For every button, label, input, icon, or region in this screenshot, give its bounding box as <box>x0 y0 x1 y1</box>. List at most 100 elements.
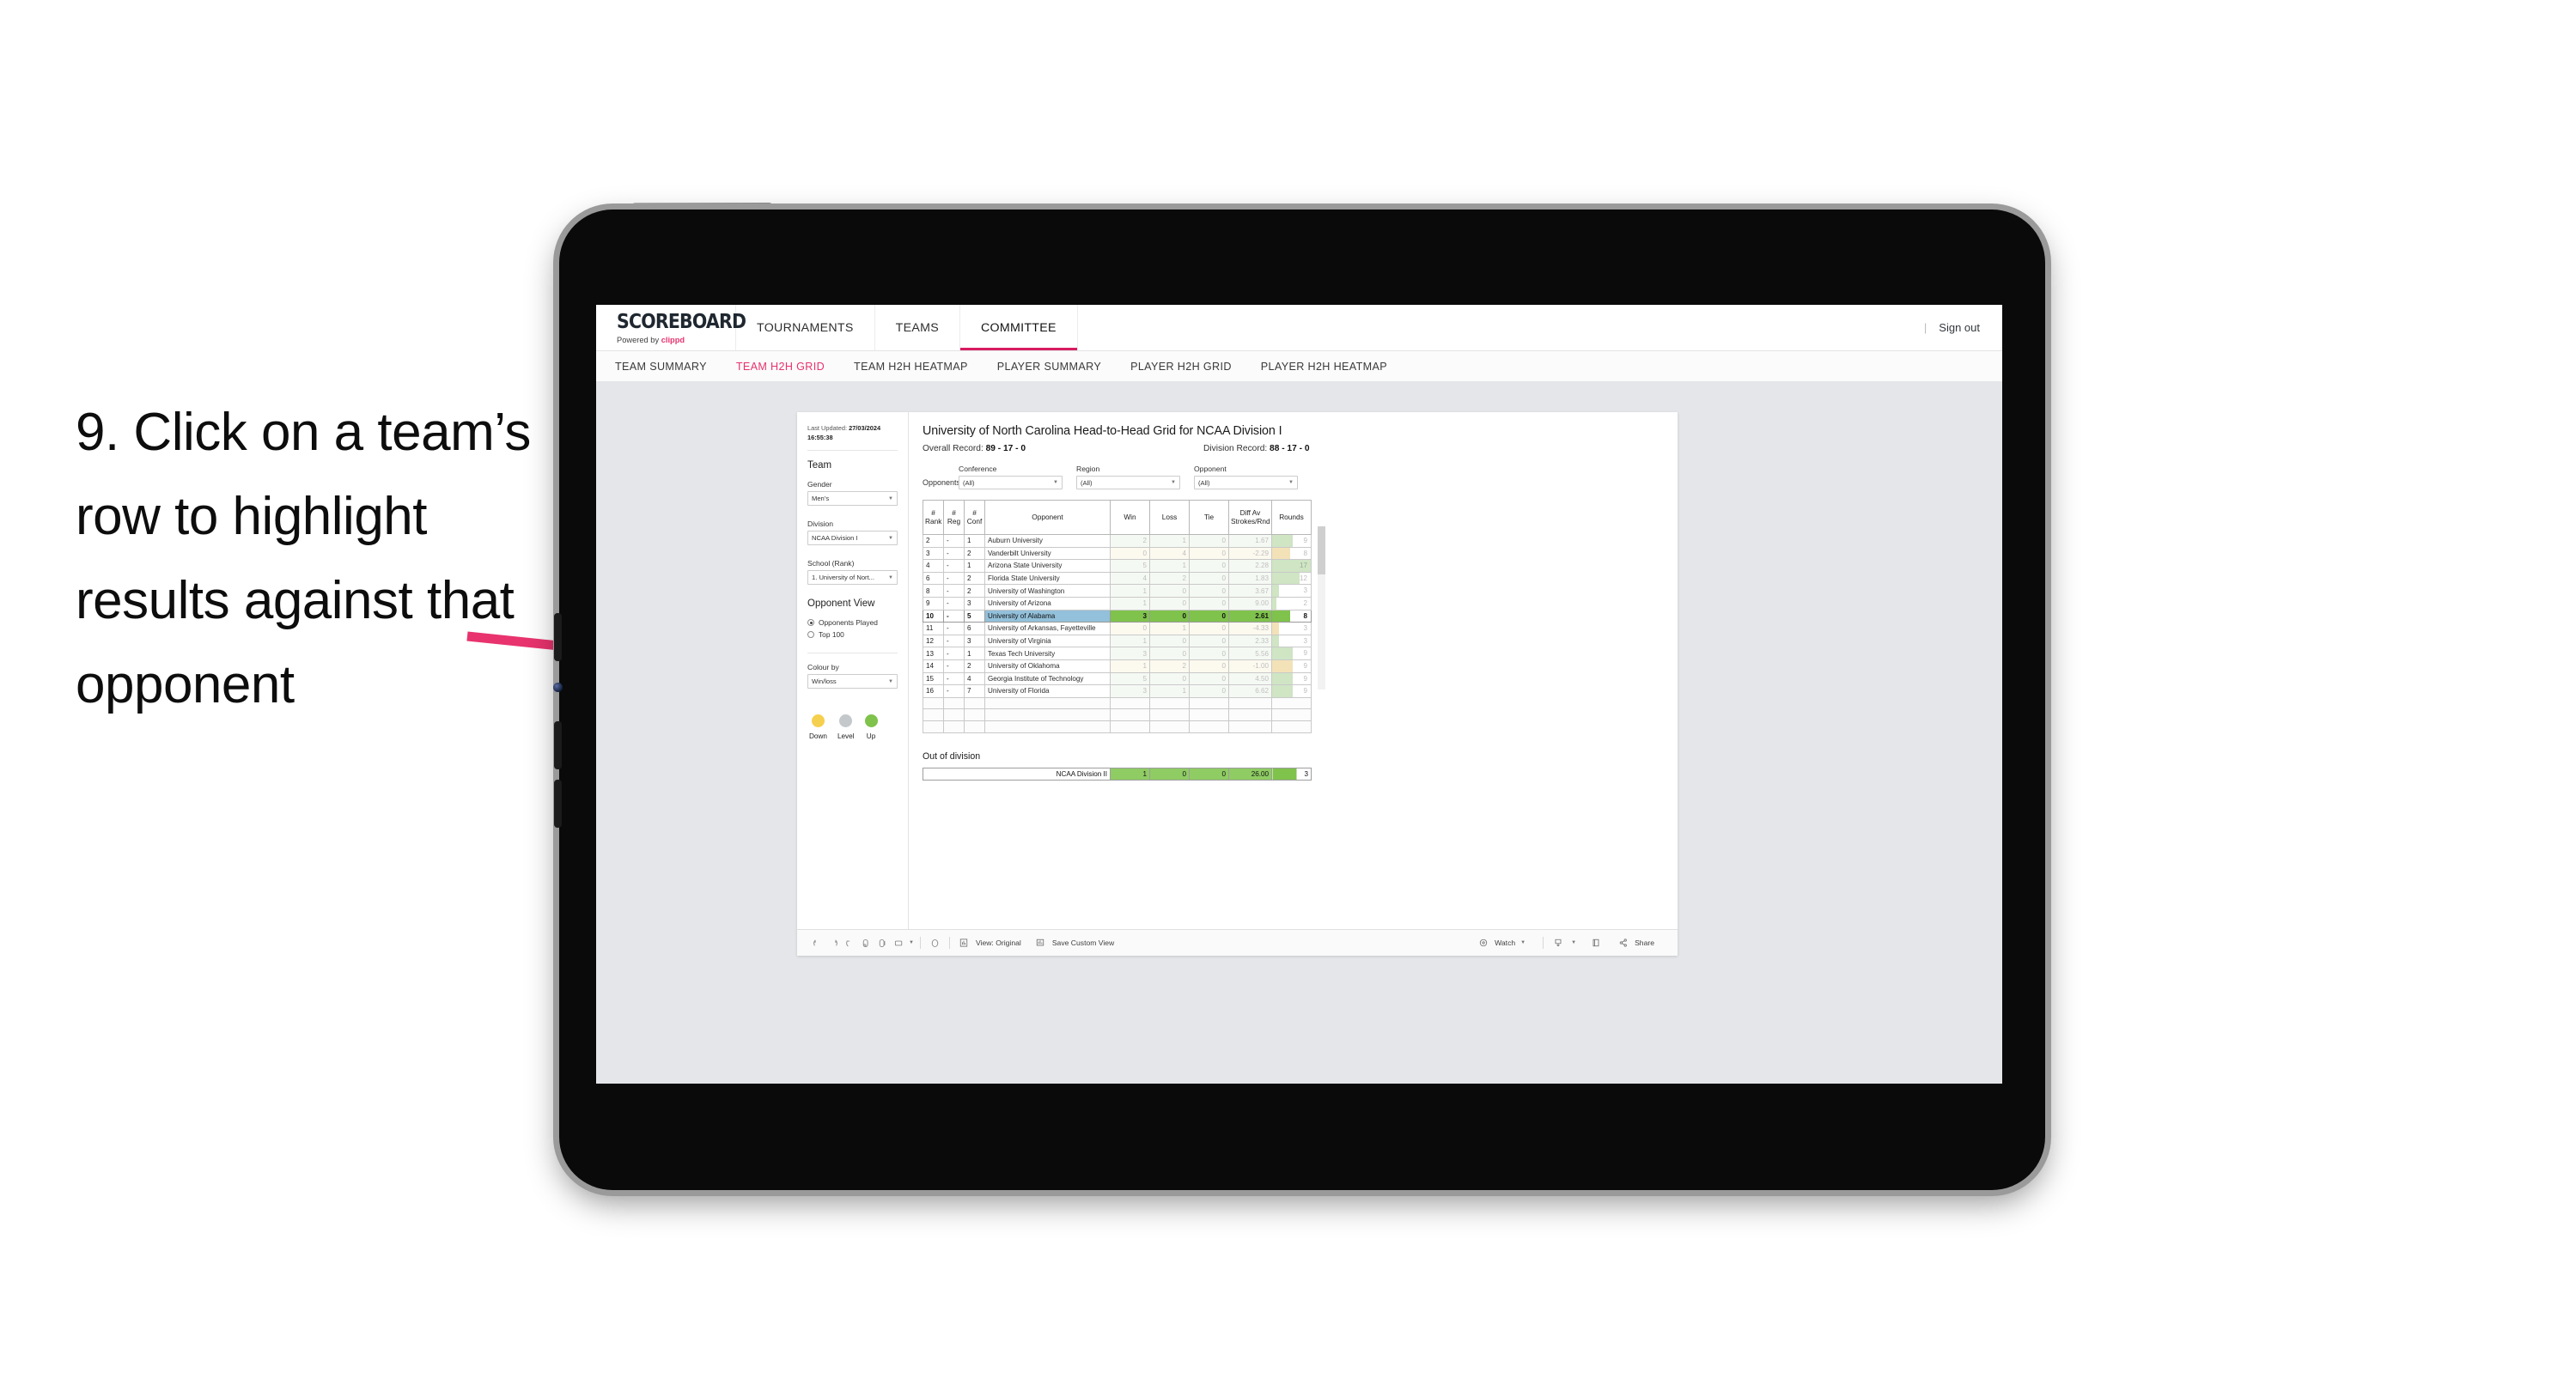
cell-empty <box>1189 697 1229 710</box>
refresh-icon[interactable] <box>858 935 874 951</box>
ood-cell-win: 1 <box>1110 767 1150 781</box>
radio-opponents-played[interactable]: Opponents Played <box>807 618 898 627</box>
cell-reg: - <box>943 559 965 573</box>
download-button[interactable]: ▼ <box>1550 935 1576 951</box>
cell-tie: 0 <box>1189 584 1229 598</box>
revert-icon[interactable] <box>842 935 858 951</box>
out-of-division-row[interactable]: NCAA Division II 1 0 0 26.00 3 <box>923 767 1312 781</box>
conference-select[interactable]: (All) ▼ <box>959 476 1063 489</box>
cell-reg: - <box>943 672 965 686</box>
col-win[interactable]: Win <box>1110 500 1150 535</box>
col-opponent[interactable]: Opponent <box>984 500 1111 535</box>
cell-loss: 2 <box>1149 659 1190 673</box>
table-row[interactable]: 10-5 University of Alabama 3 0 0 2.61 8 <box>923 610 1312 623</box>
cell-empty <box>943 708 965 721</box>
cell-empty <box>1189 720 1229 733</box>
rounds-value: 9 <box>1303 649 1307 658</box>
col-diff[interactable]: Diff Av Strokes/Rnd <box>1228 500 1272 535</box>
clear-icon[interactable] <box>927 935 943 951</box>
cell-diff: 4.50 <box>1228 672 1272 686</box>
cell-rounds: 12 <box>1271 572 1312 586</box>
team-section-heading: Team <box>807 460 832 471</box>
cell-empty <box>1110 697 1150 710</box>
watch-button[interactable]: Watch ▼ <box>1475 935 1526 951</box>
rectangle-select-icon[interactable] <box>891 935 907 951</box>
rounds-value: 8 <box>1303 549 1307 557</box>
division-select[interactable]: NCAA Division I ▼ <box>807 531 898 546</box>
col-conf[interactable]: # Conf <box>964 500 985 535</box>
cell-loss: 1 <box>1149 559 1190 573</box>
school-select[interactable]: 1. University of Nort... ▼ <box>807 570 898 586</box>
table-row[interactable]: 11-6 University of Arkansas, Fayetteville… <box>923 622 1312 635</box>
opponent-select[interactable]: (All) ▼ <box>1194 476 1298 489</box>
brand-logo[interactable]: SCOREBOARD Powered by clippd <box>596 305 746 350</box>
nav-tournaments[interactable]: TOURNAMENTS <box>736 305 875 350</box>
pause-icon[interactable] <box>874 935 891 951</box>
cell-reg: - <box>943 597 965 610</box>
table-row[interactable]: 4-1 Arizona State University 5 1 0 2.28 17 <box>923 559 1312 573</box>
cell-diff: 3.67 <box>1228 584 1272 598</box>
save-custom-view-button[interactable]: Save Custom View <box>1032 935 1114 951</box>
view-original-button[interactable]: View: Original <box>956 935 1021 951</box>
table-row[interactable]: 14-2 University of Oklahoma 1 2 0 -1.00 9 <box>923 659 1312 673</box>
fullscreen-button[interactable] <box>1587 935 1604 951</box>
rounds-value: 3 <box>1303 586 1307 595</box>
toolbar-divider-3 <box>1543 937 1544 949</box>
cell-empty <box>1110 708 1150 721</box>
col-conf-hash: # <box>972 507 977 517</box>
redo-icon[interactable] <box>825 935 842 951</box>
col-loss[interactable]: Loss <box>1149 500 1190 535</box>
cell-reg: - <box>943 610 965 623</box>
tab-player-h2h-heatmap[interactable]: PLAYER H2H HEATMAP <box>1261 361 1387 373</box>
legend-level-swatch <box>839 714 853 728</box>
cell-empty <box>923 697 944 710</box>
watch-icon <box>1475 935 1491 951</box>
cell-diff: 5.56 <box>1228 647 1272 660</box>
cell-opponent: Arizona State University <box>984 559 1111 573</box>
school-value: 1. University of Nort... <box>812 574 875 582</box>
grid-scrollbar-thumb[interactable] <box>1318 526 1325 574</box>
cell-win: 3 <box>1110 684 1150 698</box>
table-row[interactable]: 9-3 University of Arizona 1 0 0 9.00 2 <box>923 597 1312 610</box>
nav-teams[interactable]: TEAMS <box>875 305 960 350</box>
table-row[interactable]: 13-1 Texas Tech University 3 0 0 5.56 9 <box>923 647 1312 660</box>
table-row[interactable]: 2-1 Auburn University 2 1 0 1.67 9 <box>923 534 1312 548</box>
tab-player-h2h-grid[interactable]: PLAYER H2H GRID <box>1130 361 1232 373</box>
cell-win: 3 <box>1110 647 1150 660</box>
save-custom-view-label: Save Custom View <box>1051 939 1115 947</box>
tab-team-summary[interactable]: TEAM SUMMARY <box>615 361 707 373</box>
cell-win: 3 <box>1110 610 1150 623</box>
tab-player-summary[interactable]: PLAYER SUMMARY <box>997 361 1101 373</box>
share-button[interactable]: Share <box>1615 935 1654 951</box>
region-select[interactable]: (All) ▼ <box>1076 476 1180 489</box>
col-rank[interactable]: # Rank <box>923 500 944 535</box>
cell-rank: 16 <box>923 684 944 698</box>
tablet-volume-up-button <box>554 613 562 661</box>
gender-select[interactable]: Men’s ▼ <box>807 491 898 507</box>
rounds-value: 2 <box>1303 598 1307 607</box>
region-filter: Region (All) ▼ <box>1076 465 1180 489</box>
dashboard-card: Last Updated: 27/03/2024 16:55:38 Team G… <box>797 412 1678 956</box>
table-row[interactable]: 3-2 Vanderbilt University 0 4 0 -2.29 8 <box>923 547 1312 561</box>
colour-by-select[interactable]: Win/loss ▼ <box>807 674 898 689</box>
tab-team-h2h-heatmap[interactable]: TEAM H2H HEATMAP <box>854 361 968 373</box>
col-rounds[interactable]: Rounds <box>1271 500 1312 535</box>
chevron-down-icon: ▼ <box>1171 480 1176 485</box>
cell-win: 1 <box>1110 597 1150 610</box>
table-row[interactable]: 16-7 University of Florida 3 1 0 6.62 9 <box>923 684 1312 698</box>
nav-committee[interactable]: COMMITTEE <box>959 305 1078 350</box>
chevron-down-icon[interactable]: ▼ <box>909 940 914 945</box>
table-row[interactable]: 15-4 Georgia Institute of Technology 5 0 0 4.… <box>923 672 1312 686</box>
grid-vertical-scrollbar[interactable] <box>1318 526 1325 689</box>
radio-top-100[interactable]: Top 100 <box>807 630 898 639</box>
tab-team-h2h-grid[interactable]: TEAM H2H GRID <box>736 361 825 373</box>
undo-icon[interactable] <box>809 935 825 951</box>
table-row[interactable]: 8-2 University of Washington 1 0 0 3.67 3 <box>923 584 1312 598</box>
table-row[interactable]: 12-3 University of Virginia 1 0 0 2.33 3 <box>923 635 1312 648</box>
table-row[interactable]: 6-2 Florida State University 4 2 0 1.83 12 <box>923 572 1312 586</box>
division-value: NCAA Division I <box>812 534 858 543</box>
col-tie[interactable]: Tie <box>1189 500 1229 535</box>
col-reg[interactable]: # Reg <box>943 500 965 535</box>
rounds-value: 9 <box>1303 537 1307 544</box>
sign-out-link[interactable]: Sign out <box>1939 321 1980 334</box>
